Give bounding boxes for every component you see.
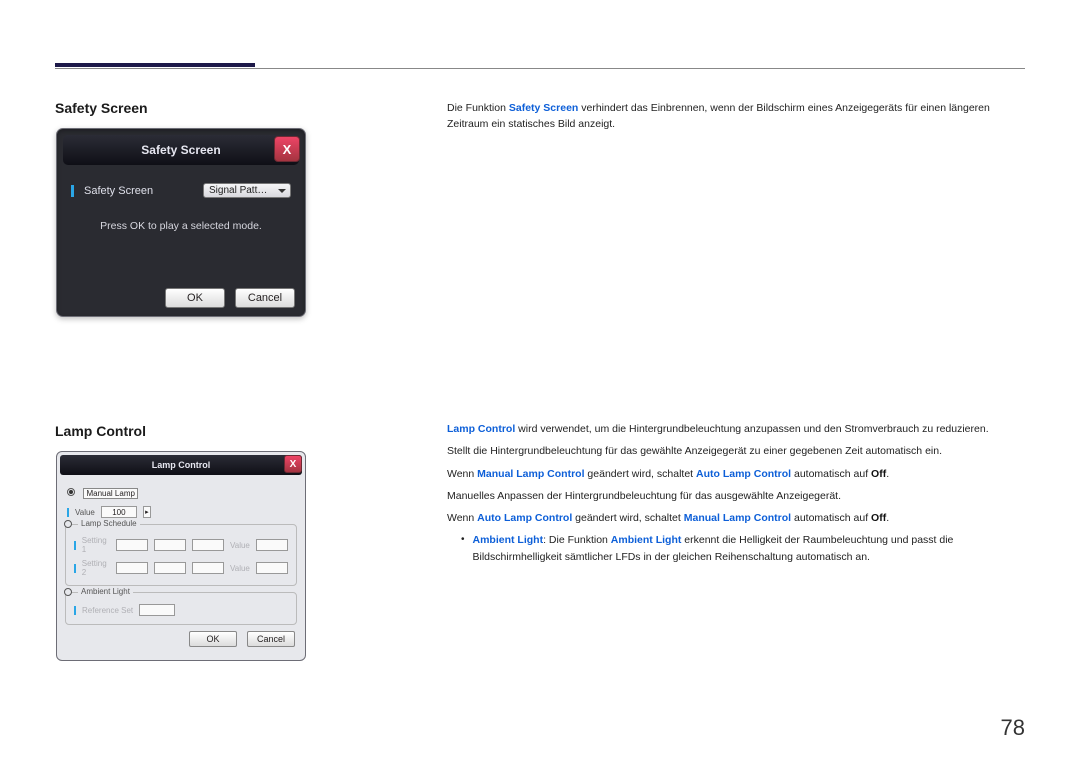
- txt: Wenn: [447, 512, 477, 524]
- safety-description: Die Funktion Safety Screen verhindert da…: [447, 100, 1025, 133]
- option-label: Safety Screen: [84, 185, 193, 197]
- txt: Wenn: [447, 468, 477, 480]
- group-legend: Lamp Schedule: [78, 519, 140, 528]
- txt: Manuelles Anpassen der Hintergrundbeleuc…: [447, 488, 1025, 504]
- marker-icon: [74, 541, 76, 550]
- value-spinner[interactable]: 100: [101, 506, 137, 518]
- cancel-button[interactable]: Cancel: [235, 288, 295, 308]
- cancel-button[interactable]: Cancel: [247, 631, 295, 647]
- ref-set-spinner[interactable]: [139, 604, 175, 616]
- value-label: Value: [230, 564, 250, 573]
- emph: Ambient Light: [611, 534, 682, 546]
- close-icon[interactable]: X: [284, 455, 302, 473]
- manual-lamp-label: Manual Lamp: [83, 488, 137, 499]
- signal-pattern-dropdown[interactable]: Signal Patt…: [203, 183, 291, 198]
- dialog-titlebar: Safety Screen X: [63, 135, 299, 165]
- time-spinner[interactable]: [154, 539, 186, 551]
- ambient-light-radio[interactable]: [64, 588, 72, 596]
- txt: geändert wird, schaltet: [585, 468, 696, 480]
- safety-dialog: Safety Screen X Safety Screen Signal Pat…: [56, 128, 306, 317]
- txt: .: [886, 512, 889, 524]
- setting2-label: Setting 2: [82, 559, 110, 577]
- value-spinner[interactable]: [256, 539, 288, 551]
- group-legend: Ambient Light: [78, 587, 133, 596]
- txt: automatisch auf: [791, 512, 871, 524]
- marker-icon: [67, 508, 69, 517]
- value-label: Value: [230, 541, 250, 550]
- ref-set-label: Reference Set: [82, 606, 133, 615]
- ambient-light-group: Ambient Light Reference Set: [65, 592, 297, 625]
- emph-safety-screen: Safety Screen: [509, 102, 578, 114]
- setting1-label: Setting 1: [82, 536, 110, 554]
- emph: Off: [871, 468, 886, 480]
- marker-icon: [74, 606, 76, 615]
- emph: Manual Lamp Control: [477, 468, 584, 480]
- txt: geändert wird, schaltet: [572, 512, 683, 524]
- emph: Auto Lamp Control: [477, 512, 572, 524]
- emph: Lamp Control: [447, 423, 515, 435]
- manual-lamp-radio[interactable]: [67, 488, 75, 496]
- emph: Ambient Light: [473, 534, 544, 546]
- marker-icon: [74, 564, 76, 573]
- section-heading-safety: Safety Screen: [55, 100, 148, 116]
- emph: Off: [871, 512, 886, 524]
- page-number: 78: [1001, 715, 1025, 741]
- ampm-spinner[interactable]: [192, 562, 224, 574]
- close-icon[interactable]: X: [274, 136, 300, 162]
- txt: wird verwendet, um die Hintergrundbeleuc…: [515, 423, 988, 435]
- txt: .: [886, 468, 889, 480]
- chevron-right-icon[interactable]: ▸: [143, 506, 151, 518]
- time-spinner[interactable]: [116, 562, 148, 574]
- txt: : Die Funktion: [543, 534, 611, 546]
- dialog-title: Lamp Control: [152, 460, 211, 470]
- lamp-dialog: Lamp Control X Manual Lamp Value 100 ▸ L…: [56, 451, 306, 661]
- header-bold-rule: [55, 63, 255, 67]
- txt: Die Funktion: [447, 102, 509, 114]
- ok-button[interactable]: OK: [189, 631, 237, 647]
- section-heading-lamp: Lamp Control: [55, 423, 146, 439]
- emph: Auto Lamp Control: [696, 468, 791, 480]
- dialog-titlebar: Lamp Control X: [60, 455, 302, 475]
- ok-button[interactable]: OK: [165, 288, 225, 308]
- marker-icon: [71, 185, 74, 197]
- value-spinner[interactable]: [256, 562, 288, 574]
- lamp-description: Lamp Control wird verwendet, um die Hint…: [447, 421, 1025, 565]
- time-spinner[interactable]: [154, 562, 186, 574]
- txt: automatisch auf: [791, 468, 871, 480]
- lamp-schedule-group: Lamp Schedule Setting 1 Value Setting 2 …: [65, 524, 297, 586]
- hint-text: Press OK to play a selected mode.: [71, 220, 291, 232]
- txt: Stellt die Hintergrundbeleuchtung für da…: [447, 443, 1025, 459]
- time-spinner[interactable]: [116, 539, 148, 551]
- bullet-icon: •: [461, 532, 465, 565]
- lamp-schedule-radio[interactable]: [64, 520, 72, 528]
- ampm-spinner[interactable]: [192, 539, 224, 551]
- value-label: Value: [75, 508, 95, 517]
- dialog-title: Safety Screen: [141, 143, 220, 157]
- header-rule: [55, 68, 1025, 69]
- emph: Manual Lamp Control: [684, 512, 791, 524]
